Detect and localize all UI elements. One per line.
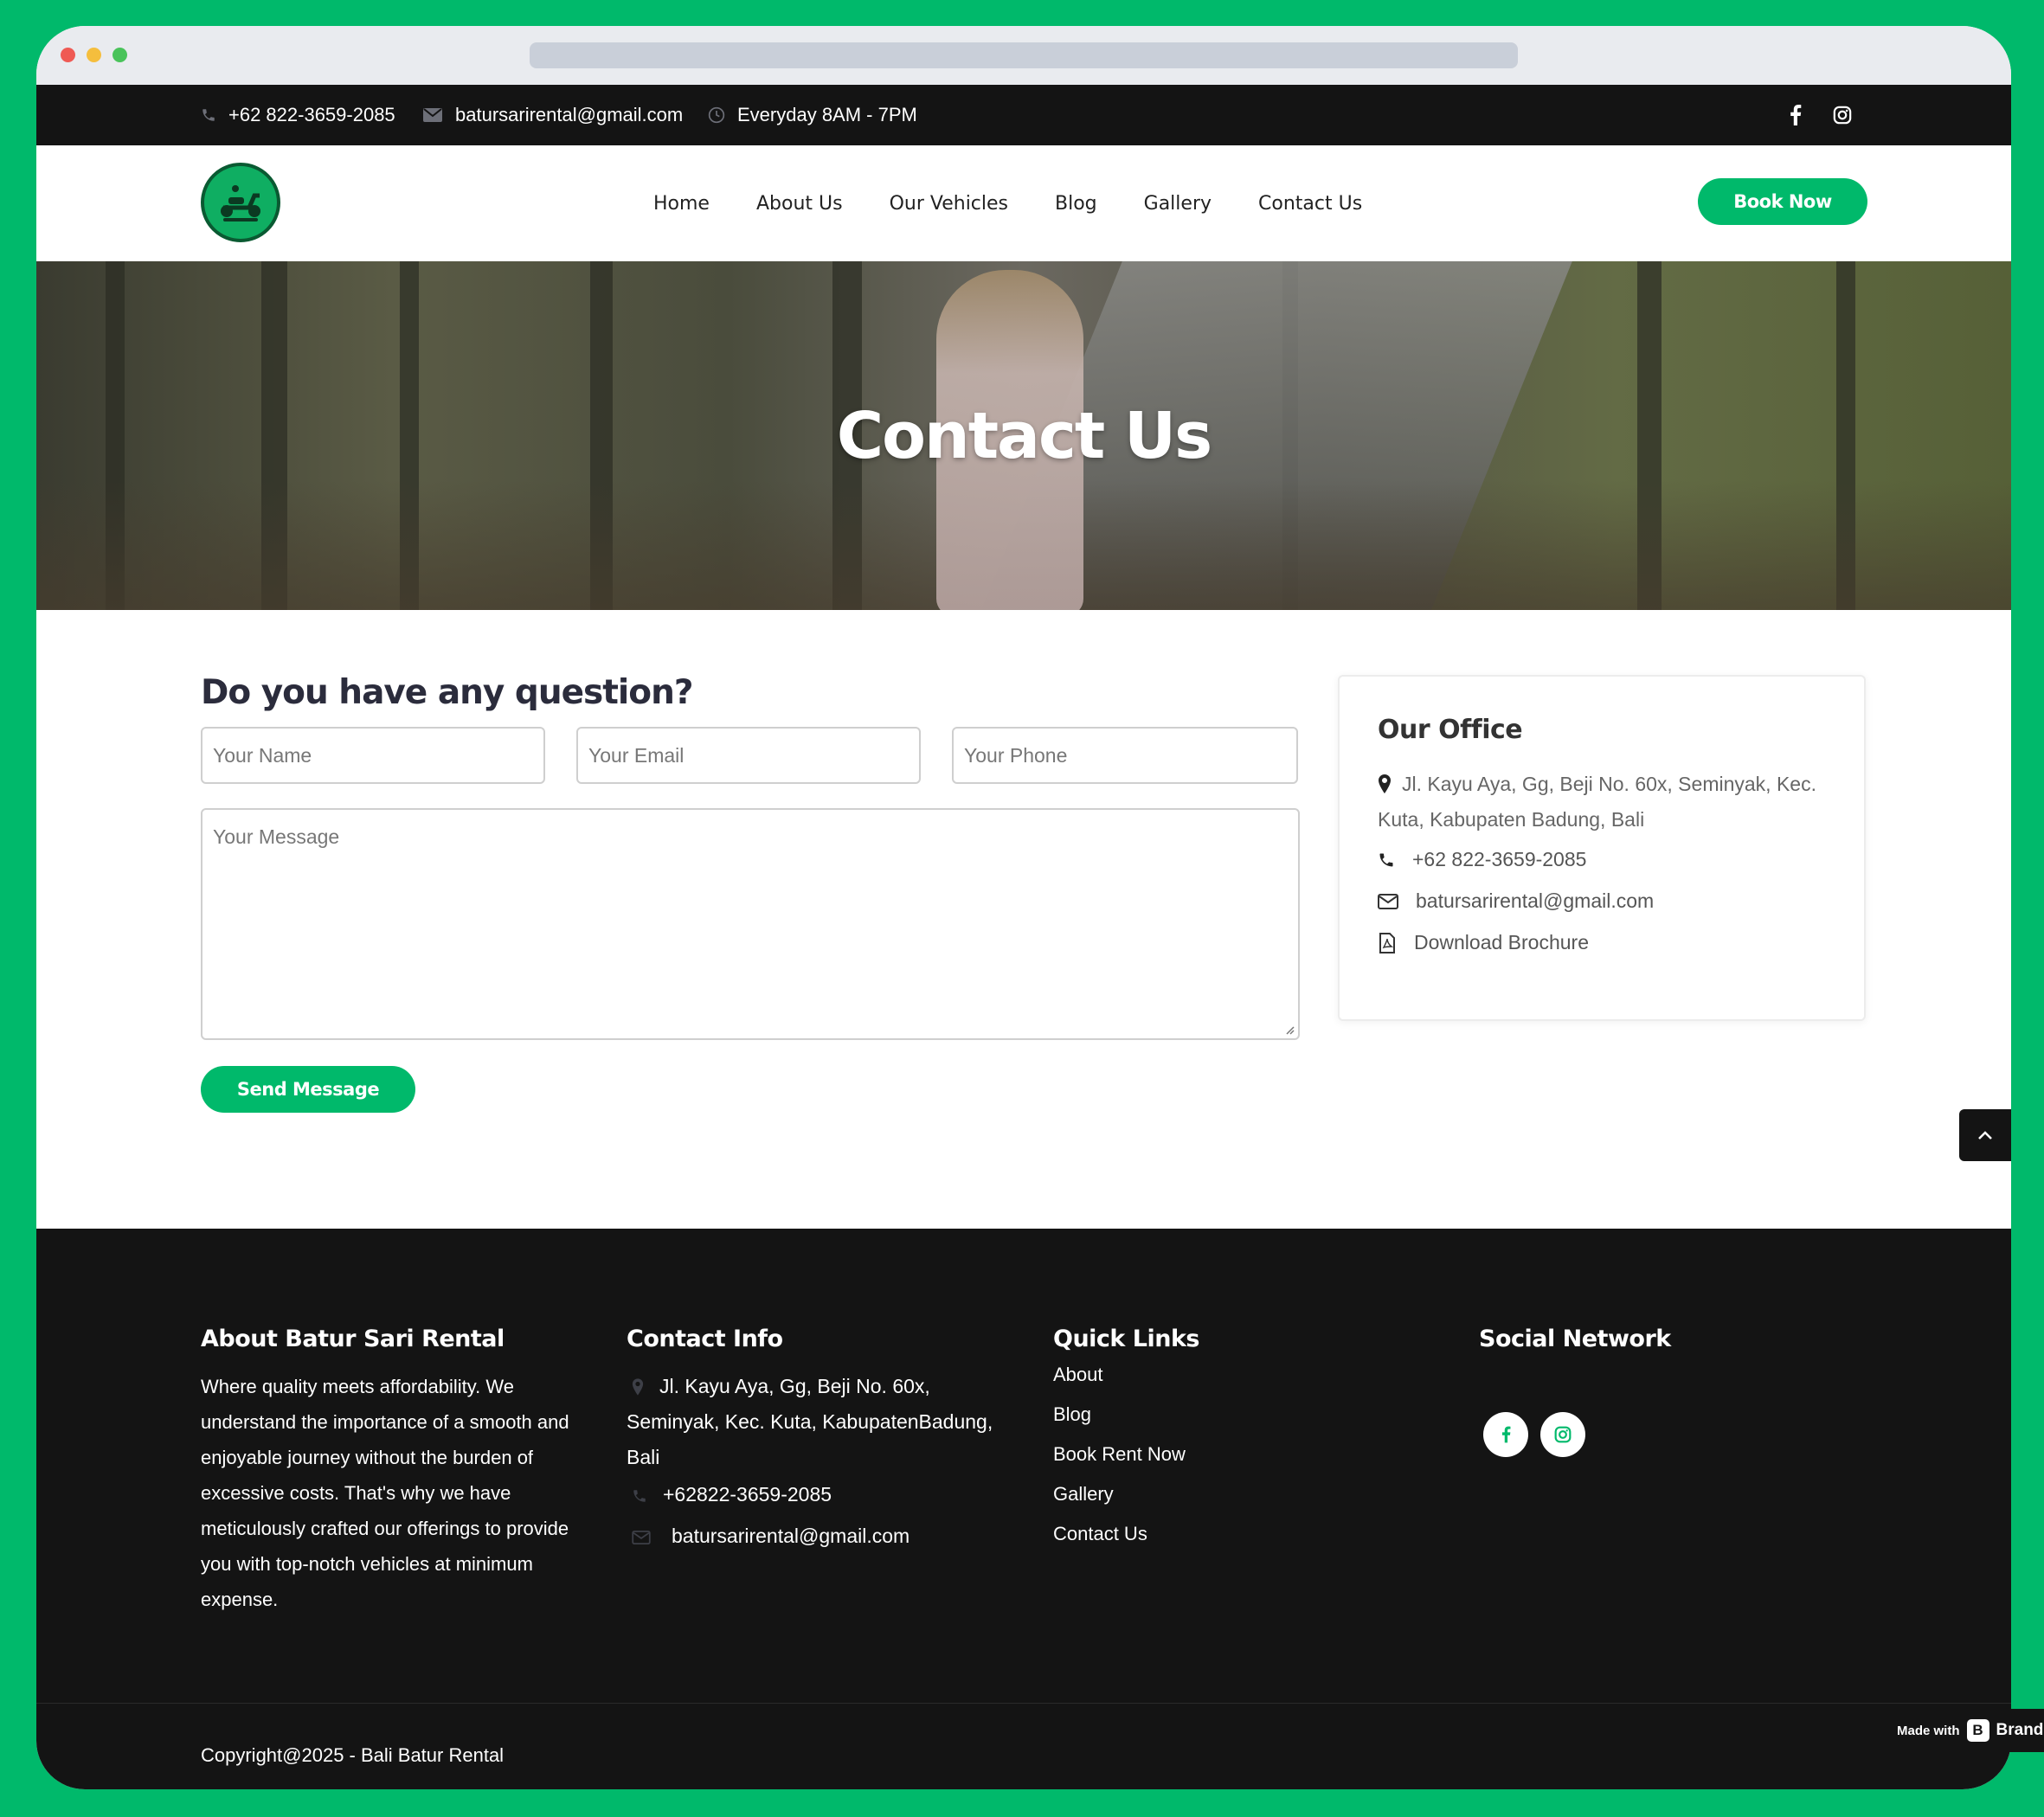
brand-text: Brand [1996, 1721, 2044, 1739]
footer-contact-address-text: Jl. Kayu Aya, Gg, Beji No. 60x, Seminyak… [627, 1375, 993, 1468]
facebook-icon [1501, 1426, 1510, 1443]
send-message-button[interactable]: Send Message [201, 1066, 415, 1113]
office-phone[interactable]: +62 822-3659-2085 [1378, 848, 1586, 871]
instagram-icon [1833, 106, 1852, 125]
footer-social-title: Social Network [1479, 1326, 1671, 1352]
footer-contact-title: Contact Info [627, 1326, 783, 1352]
resize-handle-icon [1286, 1026, 1295, 1035]
footer-contact-phone[interactable]: +62822-3659-2085 [627, 1477, 832, 1512]
phone-icon [1379, 853, 1393, 866]
footer-about-text: Where quality meets affordability. We un… [201, 1376, 569, 1610]
minimize-window-button[interactable] [87, 48, 101, 62]
download-brochure-text: Download Brochure [1414, 931, 1590, 953]
quick-link-gallery[interactable]: Gallery [1053, 1474, 1186, 1514]
map-pin-icon [632, 1378, 644, 1396]
topbar-email[interactable]: batursarirental@gmail.com [422, 85, 683, 145]
address-bar[interactable] [530, 42, 1518, 68]
office-email-text: batursarirental@gmail.com [1416, 889, 1655, 912]
nav-home[interactable]: Home [653, 193, 710, 215]
footer-contact-email-text: batursarirental@gmail.com [672, 1525, 910, 1547]
nav-blog[interactable]: Blog [1055, 193, 1097, 215]
office-email[interactable]: batursarirental@gmail.com [1378, 889, 1654, 913]
quick-link-contact-us[interactable]: Contact Us [1053, 1514, 1186, 1554]
facebook-icon [1790, 105, 1802, 125]
form-heading: Do you have any question? [201, 673, 693, 712]
nav-gallery[interactable]: Gallery [1144, 193, 1212, 215]
browser-window: +62 822-3659-2085 batursarirental@gmail.… [36, 26, 2011, 1789]
close-window-button[interactable] [61, 48, 75, 62]
phone-input[interactable]: Your Phone [952, 727, 1298, 784]
footer-links-title: Quick Links [1053, 1326, 1200, 1352]
footer-contact-phone-text: +62822-3659-2085 [663, 1483, 832, 1506]
office-address-text: Jl. Kayu Aya, Gg, Beji No. 60x, Seminyak… [1378, 773, 1816, 831]
footer-divider [36, 1703, 2011, 1704]
top-info-bar: +62 822-3659-2085 batursarirental@gmail.… [36, 85, 2011, 145]
book-now-button[interactable]: Book Now [1698, 178, 1867, 225]
topbar-phone-text: +62 822-3659-2085 [228, 104, 395, 125]
envelope-icon [1378, 893, 1398, 909]
footer-contact-email[interactable]: batursarirental@gmail.com [627, 1518, 910, 1554]
name-input[interactable]: Your Name [201, 727, 545, 784]
nav-menu: Home About Us Our Vehicles Blog Gallery … [653, 145, 1409, 261]
instagram-icon [1554, 1426, 1572, 1443]
office-card: Our Office Jl. Kayu Aya, Gg, Beji No. 60… [1338, 675, 1866, 1021]
scooter-logo-icon [221, 185, 260, 222]
quick-link-blog[interactable]: Blog [1053, 1395, 1186, 1435]
site-footer: About Batur Sari Rental Where quality me… [36, 1229, 2011, 1789]
map-pin-icon [1379, 774, 1391, 793]
made-with-badge[interactable]: Made with B Brand [1892, 1709, 2044, 1752]
topbar-phone[interactable]: +62 822-3659-2085 [201, 85, 395, 145]
main-navbar: Home About Us Our Vehicles Blog Gallery … [36, 145, 2011, 261]
office-address: Jl. Kayu Aya, Gg, Beji No. 60x, Seminyak… [1378, 767, 1845, 838]
message-textarea[interactable]: Your Message [201, 808, 1300, 1040]
footer-about-title: About Batur Sari Rental [201, 1326, 505, 1352]
maximize-window-button[interactable] [112, 48, 127, 62]
scroll-to-top-button[interactable] [1959, 1109, 2011, 1161]
office-phone-text: +62 822-3659-2085 [1412, 848, 1587, 870]
topbar-facebook-link[interactable] [1790, 85, 1802, 145]
quick-links-list: About Blog Book Rent Now Gallery Contact… [1053, 1355, 1186, 1554]
phone-icon [633, 1490, 646, 1502]
email-input[interactable]: Your Email [576, 727, 921, 784]
site-logo[interactable] [201, 163, 280, 242]
mail-icon [423, 108, 442, 122]
pdf-file-icon [1379, 932, 1395, 953]
message-placeholder: Your Message [213, 825, 340, 848]
brand-logo-icon: B [1966, 1719, 1989, 1742]
topbar-hours: Everyday 8AM - 7PM [708, 85, 917, 145]
footer-facebook-button[interactable] [1483, 1412, 1528, 1457]
clock-icon [708, 106, 725, 124]
chevron-up-icon [1978, 1131, 1992, 1140]
topbar-email-text: batursarirental@gmail.com [455, 104, 684, 125]
quick-link-about[interactable]: About [1053, 1355, 1186, 1395]
hero-banner: Contact Us [36, 261, 2011, 610]
made-with-text: Made with [1897, 1723, 1960, 1738]
envelope-icon [632, 1531, 651, 1544]
topbar-hours-text: Everyday 8AM - 7PM [737, 104, 917, 125]
office-title: Our Office [1378, 715, 1523, 745]
footer-contact-address: Jl. Kayu Aya, Gg, Beji No. 60x, Seminyak… [627, 1369, 1007, 1475]
download-brochure-link[interactable]: Download Brochure [1378, 931, 1589, 954]
footer-instagram-button[interactable] [1540, 1412, 1585, 1457]
topbar-instagram-link[interactable] [1833, 85, 1852, 145]
phone-icon [202, 109, 215, 121]
copyright-text: Copyright@2025 - Bali Batur Rental [201, 1744, 505, 1766]
page-title: Contact Us [836, 398, 1212, 473]
nav-about-us[interactable]: About Us [756, 193, 843, 215]
browser-chrome [36, 26, 2011, 85]
quick-link-book-rent-now[interactable]: Book Rent Now [1053, 1435, 1186, 1474]
nav-our-vehicles[interactable]: Our Vehicles [890, 193, 1008, 215]
nav-contact-us[interactable]: Contact Us [1258, 193, 1362, 215]
